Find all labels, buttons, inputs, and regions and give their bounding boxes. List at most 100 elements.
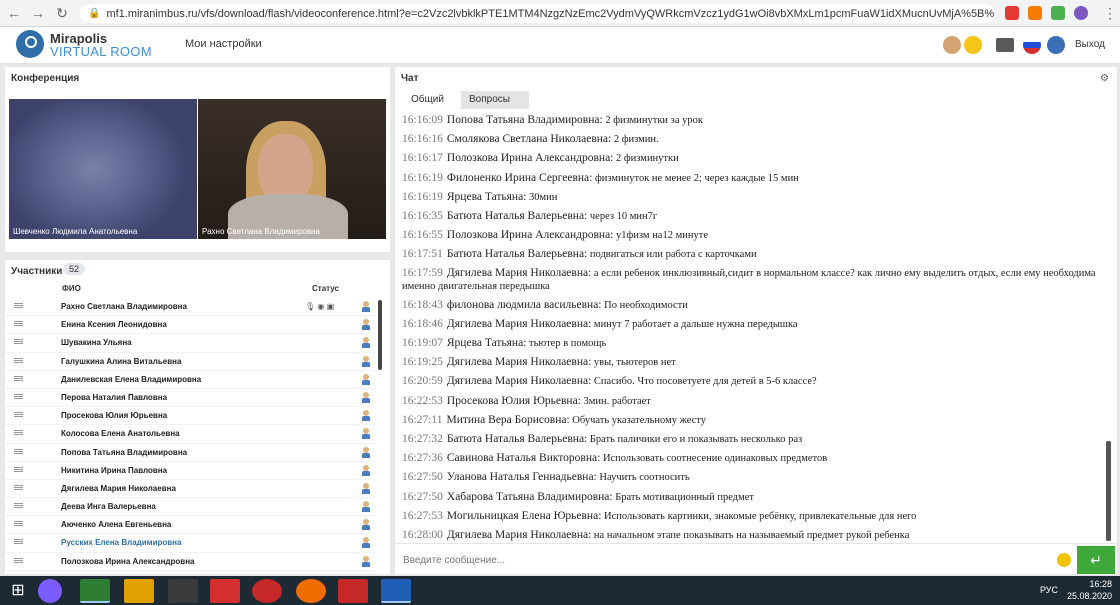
- message-sender: Хабарова Татьяна Владимировна:: [446, 490, 613, 503]
- extension-icon[interactable]: [1028, 6, 1042, 20]
- user-role-icon: [361, 410, 371, 422]
- message-sender: Батюта Наталья Валерьевна:: [446, 210, 588, 223]
- participant-row[interactable]: Данилевская Елена Владимировна: [5, 371, 375, 389]
- message-time: 16:16:09: [402, 114, 443, 126]
- file-explorer-icon[interactable]: [124, 579, 154, 603]
- participant-row[interactable]: Галушкина Алина Витальевна: [5, 353, 375, 371]
- message-time: 16:16:19: [402, 171, 443, 184]
- message-time: 16:16:55: [402, 229, 443, 242]
- user-role-icon: [361, 464, 371, 477]
- participant-row[interactable]: Никитина Ирина Павловна: [5, 462, 375, 480]
- folder-icon[interactable]: [996, 38, 1014, 52]
- message-text: Брать паличики его и показывать нескольк…: [589, 434, 803, 446]
- message-time: 16:16:17: [402, 152, 443, 165]
- my-settings-link[interactable]: Мои настройки: [185, 38, 262, 50]
- participant-row[interactable]: Аюченко Алена Евгеньевна: [5, 516, 375, 535]
- message-sender: Ярцева Татьяна:: [446, 337, 527, 350]
- drag-handle-icon[interactable]: [14, 523, 23, 525]
- column-header-name[interactable]: ФИО: [62, 284, 81, 293]
- emoji-icon[interactable]: [964, 36, 982, 54]
- extension-icon[interactable]: [1051, 6, 1065, 20]
- drag-handle-icon[interactable]: [14, 341, 23, 343]
- extension-icon[interactable]: [1005, 6, 1019, 20]
- app-icon[interactable]: [168, 579, 198, 603]
- clock-date: 25.08.2020: [1066, 591, 1112, 601]
- drag-handle-icon[interactable]: [14, 468, 23, 470]
- participant-row[interactable]: Шувакина Ульяна: [5, 334, 375, 353]
- drag-handle-icon[interactable]: [14, 541, 23, 543]
- reload-icon[interactable]: ↻: [52, 5, 72, 22]
- address-bar[interactable]: 🔒 mf1.miranimbus.ru/vfs/download/flash/v…: [80, 4, 995, 23]
- message-text: физминуток не менее 2; через каждые 15 м…: [594, 172, 799, 184]
- user-role-icon: [361, 555, 371, 568]
- profile-avatar[interactable]: [1074, 6, 1088, 20]
- participant-row[interactable]: Енина Ксения Леонидовна: [5, 316, 375, 335]
- column-header-status[interactable]: Статус: [312, 284, 339, 293]
- mic-camera-status-icons[interactable]: 🎙 ◉ ▣: [305, 302, 334, 311]
- participant-row[interactable]: Деева Инга Валерьевна: [5, 498, 375, 517]
- chat-message: 16:28:00 Дягилева Мария Николаевна: на на…: [402, 526, 1107, 543]
- participants-list: Рахно Светлана Владимировна 🎙 ◉ ▣ Енина Кс…: [5, 298, 375, 571]
- message-time: 16:28:00: [402, 529, 443, 542]
- emoji-icon[interactable]: [1057, 553, 1071, 567]
- tab-general[interactable]: Общий: [403, 91, 455, 109]
- yandex-icon[interactable]: [210, 579, 240, 603]
- message-time: 16:27:50: [402, 471, 443, 484]
- message-time: 16:27:50: [402, 490, 443, 503]
- chat-message: 16:18:46 Дягилева Мария Николаевна: минут…: [402, 315, 1107, 334]
- opera-icon[interactable]: [252, 579, 282, 603]
- participant-row[interactable]: Колосова Елена Анатольевна: [5, 425, 375, 444]
- drag-handle-icon[interactable]: [14, 323, 23, 325]
- conference-panel: Конференция Шевченко Людмила Анатольевна…: [5, 67, 390, 252]
- chat-scrollbar[interactable]: [1106, 441, 1111, 541]
- clock[interactable]: 16:28 25.08.2020: [1067, 578, 1112, 602]
- drag-handle-icon[interactable]: [14, 395, 23, 397]
- send-button[interactable]: ↵: [1077, 546, 1115, 574]
- participant-row[interactable]: Просекова Юлия Юрьевна: [5, 407, 375, 426]
- chat-message: 16:22:53 Просекова Юлия Юрьевна: 3мин. ра…: [402, 392, 1107, 411]
- gear-icon[interactable]: ⚙: [1100, 73, 1109, 84]
- drag-handle-icon[interactable]: [14, 359, 23, 361]
- alice-icon[interactable]: [38, 579, 62, 603]
- start-windows-icon[interactable]: ⊞: [6, 579, 30, 603]
- participant-row[interactable]: Попова Татьяна Владимировна: [5, 444, 375, 462]
- video-tile[interactable]: Шевченко Людмила Анатольевна: [9, 99, 197, 239]
- participant-row[interactable]: Полозкова Ирина Александровна: [5, 553, 375, 571]
- raise-hand-icon[interactable]: [943, 36, 961, 54]
- menu-icon[interactable]: ⋮: [1100, 5, 1120, 22]
- drag-handle-icon[interactable]: [14, 505, 23, 507]
- language-indicator[interactable]: РУС: [1040, 585, 1058, 595]
- participant-row[interactable]: Перова Наталия Павловна: [5, 389, 375, 408]
- chat-title: Чат: [401, 73, 419, 84]
- participants-scrollbar[interactable]: [378, 300, 382, 370]
- yandex-browser-icon[interactable]: [338, 579, 368, 603]
- forward-icon[interactable]: →: [28, 5, 48, 21]
- message-sender: Дягилева Мария Николаевна:: [446, 375, 592, 388]
- participant-name: Полозкова Ирина Александровна: [61, 556, 195, 566]
- drag-handle-icon[interactable]: [14, 305, 23, 306]
- chrome-icon[interactable]: [80, 579, 110, 603]
- exit-link[interactable]: Выход: [1075, 39, 1105, 50]
- back-icon[interactable]: ←: [4, 5, 24, 21]
- participant-name: Дягилева Мария Николаевна: [61, 483, 176, 493]
- media-icon[interactable]: [296, 579, 326, 603]
- drag-handle-icon[interactable]: [14, 414, 23, 416]
- message-input[interactable]: [403, 551, 1043, 569]
- drag-handle-icon[interactable]: [14, 377, 23, 379]
- drag-handle-icon[interactable]: [14, 559, 23, 561]
- chat-message: 16:27:36 Савинова Наталья Викторовна: Исп…: [402, 449, 1107, 468]
- word-icon[interactable]: [381, 579, 411, 603]
- user-role-icon: [361, 537, 371, 549]
- participant-row[interactable]: Рахно Светлана Владимировна 🎙 ◉ ▣: [5, 298, 375, 317]
- help-icon[interactable]: [1047, 36, 1065, 54]
- drag-handle-icon[interactable]: [14, 450, 23, 452]
- participant-row[interactable]: Русских Елена Владимировна: [5, 534, 375, 553]
- message-sender: Дягилева Мария Николаевна:: [446, 266, 592, 279]
- participant-name: Колосова Елена Анатольевна: [61, 429, 180, 439]
- tab-questions[interactable]: Вопросы: [461, 91, 529, 109]
- drag-handle-icon[interactable]: [14, 486, 23, 488]
- participant-row[interactable]: Дягилева Мария Николаевна: [5, 480, 375, 499]
- drag-handle-icon[interactable]: [14, 432, 23, 434]
- language-flag-icon[interactable]: [1023, 36, 1041, 54]
- video-tile[interactable]: Рахно Светлана Владимировна: [198, 99, 386, 239]
